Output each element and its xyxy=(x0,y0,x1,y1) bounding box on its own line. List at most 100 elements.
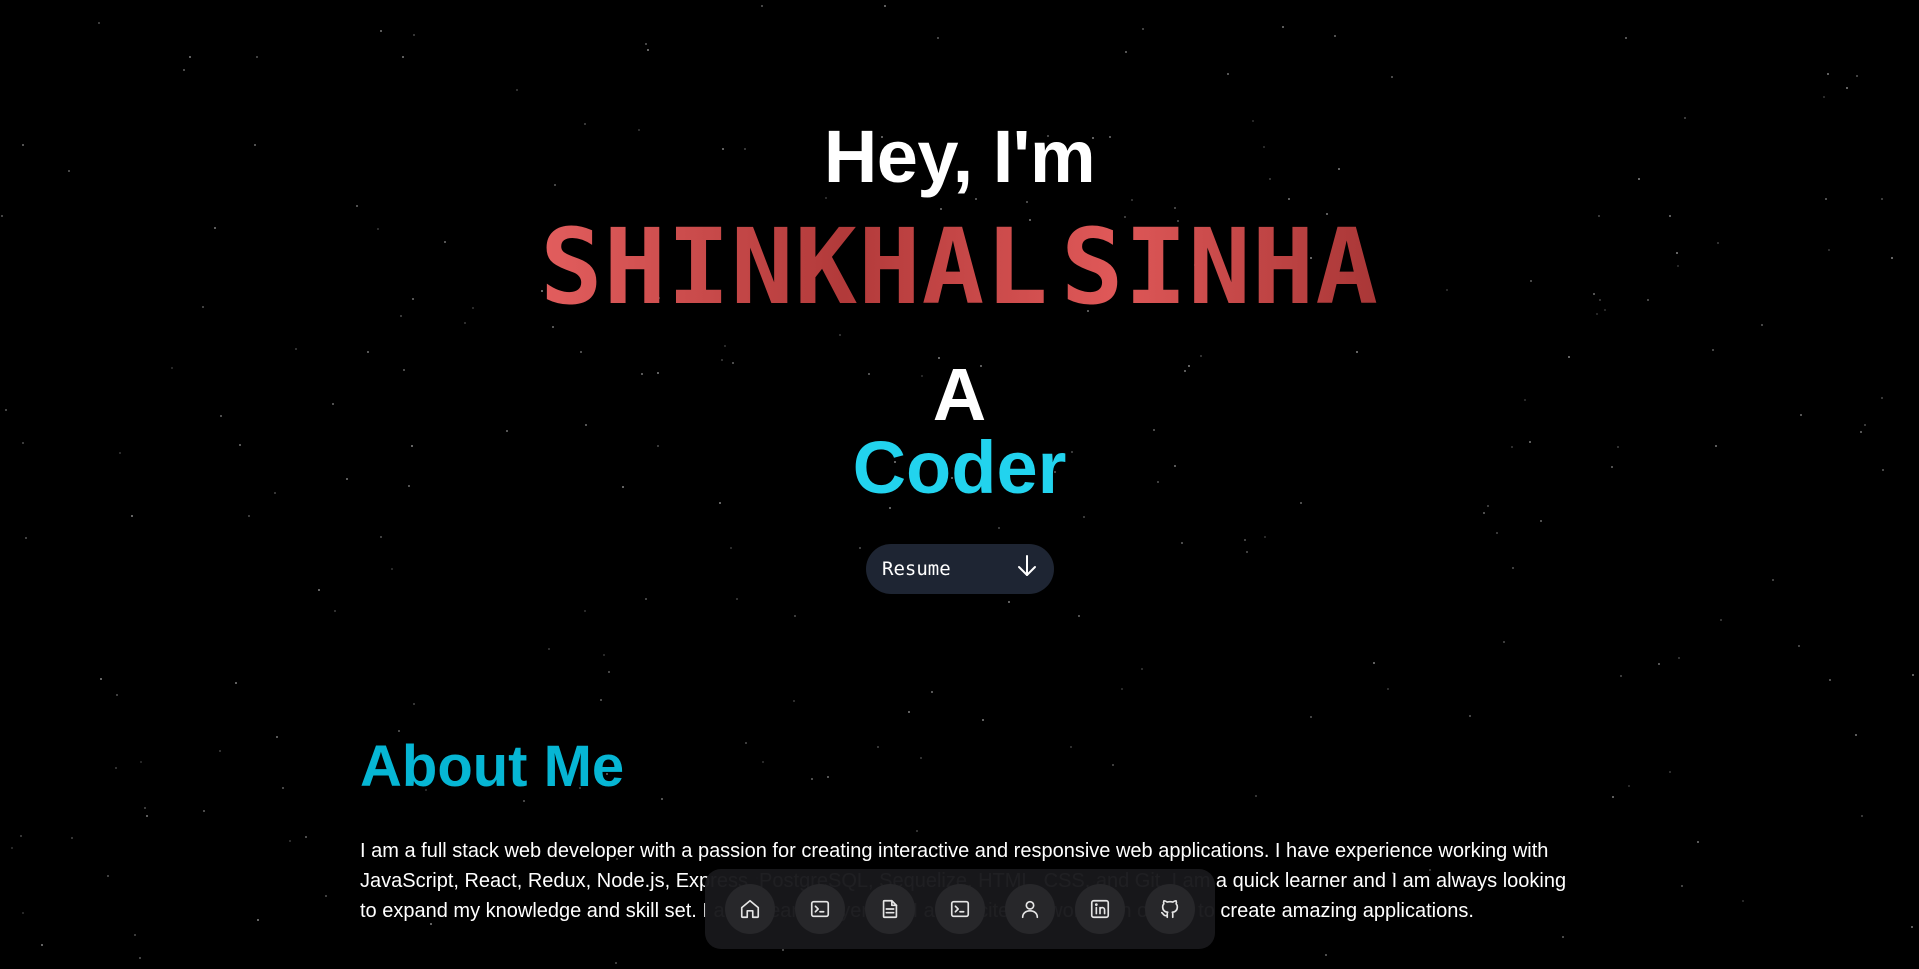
star-dot xyxy=(1697,841,1699,843)
resume-label: Resume xyxy=(882,558,951,580)
dock-github-button[interactable] xyxy=(1145,884,1195,934)
dock-document-button[interactable] xyxy=(865,884,915,934)
dock-terminal-button[interactable] xyxy=(795,884,845,934)
star-dot xyxy=(884,5,886,7)
star-dot xyxy=(256,56,258,58)
star-dot xyxy=(1742,900,1744,902)
star-dot xyxy=(1823,96,1825,98)
star-dot xyxy=(937,37,939,39)
star-dot xyxy=(1912,674,1914,676)
star-dot xyxy=(183,69,185,71)
star-dot xyxy=(1125,51,1127,53)
star-dot xyxy=(1334,35,1336,37)
hero-name-last: SINHA xyxy=(1060,206,1379,328)
star-dot xyxy=(325,895,327,897)
hero-name: SHINKHAL SINHA xyxy=(0,207,1919,327)
file-text-icon xyxy=(882,899,898,919)
star-dot xyxy=(1772,579,1774,581)
star-dot xyxy=(1181,542,1183,544)
star-dot xyxy=(548,648,550,650)
star-dot xyxy=(1496,532,1498,534)
star-dot xyxy=(761,5,763,7)
star-dot xyxy=(1112,764,1114,766)
resume-download-button[interactable]: Resume xyxy=(866,544,1054,594)
star-dot xyxy=(1861,815,1863,817)
star-dot xyxy=(289,840,291,842)
about-heading: About Me xyxy=(360,734,625,799)
star-dot xyxy=(1540,520,1542,522)
star-dot xyxy=(1669,771,1671,773)
star-dot xyxy=(724,345,726,347)
star-dot xyxy=(22,912,24,914)
star-dot xyxy=(1282,26,1284,28)
dock-projects-button[interactable] xyxy=(935,884,985,934)
star-dot xyxy=(402,56,404,58)
star-dot xyxy=(115,767,117,769)
star-dot xyxy=(1083,516,1085,518)
star-dot xyxy=(282,787,284,789)
star-dot xyxy=(391,568,393,570)
terminal-icon xyxy=(810,900,830,918)
linkedin-icon xyxy=(1090,899,1110,919)
star-dot xyxy=(1855,734,1857,736)
star-dot xyxy=(1070,746,1072,748)
hero-name-first: SHINKHAL xyxy=(540,206,1049,328)
star-dot xyxy=(1227,73,1229,75)
hero-role: Coder xyxy=(852,426,1067,509)
star-dot xyxy=(380,536,382,538)
star-dot xyxy=(1142,28,1144,30)
star-dot xyxy=(248,515,250,517)
star-dot xyxy=(1628,785,1630,787)
star-dot xyxy=(1008,601,1010,603)
dock-linkedin-button[interactable] xyxy=(1075,884,1125,934)
star-dot xyxy=(71,837,73,839)
star-dot xyxy=(1503,641,1505,643)
star-dot xyxy=(100,678,102,680)
star-dot xyxy=(41,944,43,946)
star-dot xyxy=(1720,619,1722,621)
star-dot xyxy=(793,700,795,702)
star-dot xyxy=(413,34,415,36)
star-dot xyxy=(1658,663,1660,665)
star-dot xyxy=(811,778,813,780)
star-dot xyxy=(1264,536,1266,538)
star-dot xyxy=(1255,795,1257,797)
star-dot xyxy=(1391,76,1393,78)
star-dot xyxy=(413,703,415,705)
star-dot xyxy=(235,682,237,684)
star-dot xyxy=(1846,87,1848,89)
star-dot xyxy=(1798,645,1800,647)
star-dot xyxy=(1483,512,1485,514)
dock-home-button[interactable] xyxy=(725,884,775,934)
star-dot xyxy=(1712,349,1714,351)
star-dot xyxy=(859,547,861,549)
star-dot xyxy=(1829,679,1831,681)
bottom-dock xyxy=(705,869,1215,949)
star-dot xyxy=(908,711,910,713)
star-dot xyxy=(647,49,649,51)
star-dot xyxy=(25,537,27,539)
hero-greeting: Hey, I'm xyxy=(823,115,1096,198)
star-dot xyxy=(139,957,141,959)
star-dot xyxy=(839,334,841,336)
star-dot xyxy=(584,610,586,612)
star-dot xyxy=(1141,668,1143,670)
star-dot xyxy=(782,949,784,951)
star-dot xyxy=(645,43,647,45)
star-dot xyxy=(982,719,984,721)
star-dot xyxy=(116,694,118,696)
star-dot xyxy=(1469,715,1471,717)
star-dot xyxy=(144,807,146,809)
star-dot xyxy=(1387,688,1389,690)
home-icon xyxy=(740,899,760,919)
star-dot xyxy=(745,742,747,744)
star-dot xyxy=(305,836,307,838)
star-dot xyxy=(1612,796,1614,798)
star-dot xyxy=(1827,73,1829,75)
star-dot xyxy=(98,22,100,24)
star-dot xyxy=(276,736,278,738)
dock-about-button[interactable] xyxy=(1005,884,1055,934)
star-dot xyxy=(916,830,918,832)
star-dot xyxy=(1911,926,1913,928)
star-dot xyxy=(1246,551,1248,553)
